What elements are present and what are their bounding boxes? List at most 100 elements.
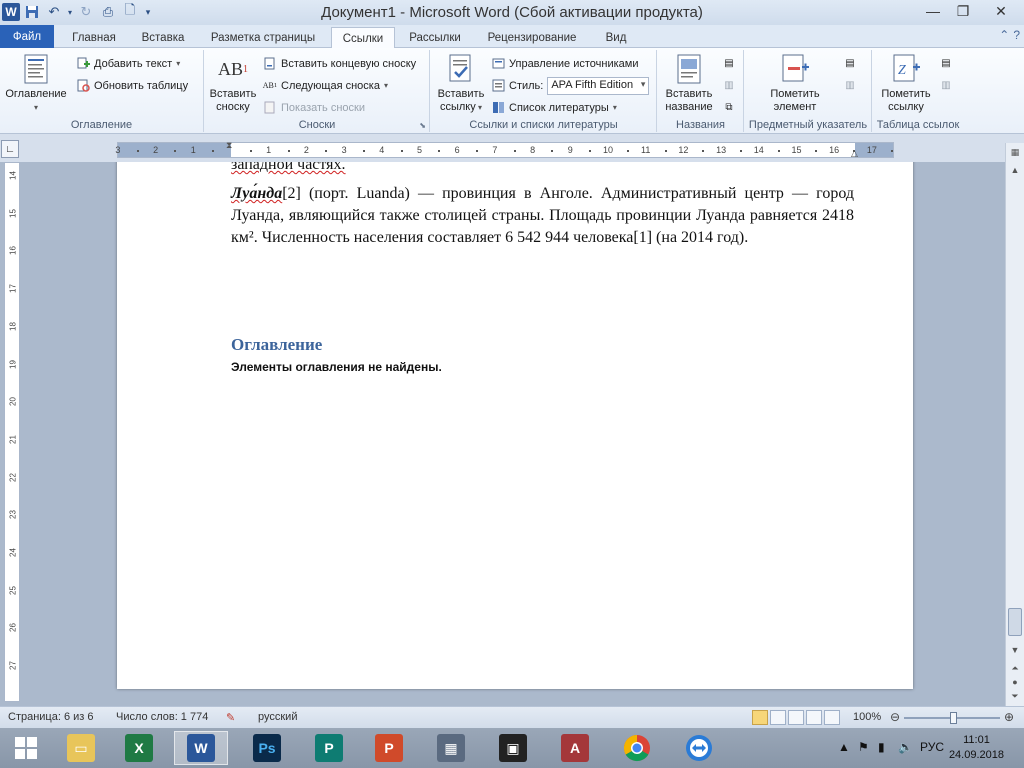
footnote-ref-2[interactable]: [2]: [282, 185, 301, 202]
insert-table-of-figures-button[interactable]: ▤: [722, 54, 736, 73]
mark-citation-button[interactable]: Z Пометить ссылку: [875, 52, 937, 114]
action-center-icon[interactable]: ⚑: [858, 740, 869, 754]
word-count[interactable]: Число слов: 1 774: [116, 711, 208, 723]
tab-mailings[interactable]: Рассылки: [400, 27, 470, 48]
insert-footnote-button[interactable]: AB 1 Вставить сноску: [207, 52, 259, 114]
add-text-button[interactable]: Добавить текст ▾: [76, 54, 180, 73]
right-indent-marker-icon[interactable]: △: [851, 148, 858, 159]
outline-view-icon[interactable]: [806, 710, 822, 725]
zoom-level[interactable]: 100%: [853, 711, 881, 723]
volume-icon[interactable]: 🔈: [898, 740, 913, 754]
scroll-thumb[interactable]: [1008, 608, 1022, 636]
manage-sources-label: Управление источниками: [509, 57, 639, 70]
manage-sources-button[interactable]: Управление источниками: [491, 54, 638, 73]
document-area[interactable]: западной частях. Луа́нда[2] (порт. Luand…: [20, 162, 1005, 706]
tab-references[interactable]: Ссылки: [331, 27, 395, 49]
zoom-in-icon[interactable]: ⊕: [1004, 710, 1014, 724]
previous-page-icon[interactable]: ⏶: [1008, 661, 1022, 675]
dialog-launcher-icon[interactable]: ⬊: [419, 121, 426, 130]
taskbar-calculator[interactable]: ▦: [424, 731, 478, 765]
update-index-button[interactable]: ▥: [843, 76, 857, 95]
insert-endnote-button[interactable]: Вставить концевую сноску: [263, 54, 416, 73]
ribbon: Оглавление ▾ Добавить текст ▾ Обновить т…: [0, 48, 1024, 134]
tab-file[interactable]: Файл: [0, 25, 54, 48]
update-toa-button[interactable]: ▥: [939, 76, 953, 95]
taskbar-word[interactable]: W: [174, 731, 228, 765]
ruler-dot: [136, 150, 139, 152]
mark-entry-button[interactable]: Пометить элемент: [757, 52, 833, 114]
taskbar-teamviewer[interactable]: [672, 731, 726, 765]
page-counter[interactable]: Страница: 6 из 6: [8, 711, 94, 723]
taskbar-access[interactable]: A: [548, 731, 602, 765]
minimize-ribbon-icon[interactable]: ⌃: [999, 28, 1009, 42]
network-icon[interactable]: ▮: [878, 740, 885, 754]
insert-caption-button[interactable]: Вставить название: [660, 52, 718, 114]
minimize-button[interactable]: —: [918, 0, 948, 22]
chevron-down-icon: ▾: [176, 59, 181, 68]
indent-marker-icon[interactable]: ⧗: [226, 140, 232, 151]
browse-object-icon[interactable]: ●: [1008, 675, 1022, 689]
proofing-icon[interactable]: ✎: [226, 711, 235, 724]
ruler-tick-label: 3: [341, 145, 347, 155]
taskbar-file-manager[interactable]: ▭: [54, 731, 108, 765]
help-icon[interactable]: ?: [1013, 28, 1020, 42]
tab-insert[interactable]: Вставка: [130, 27, 196, 48]
zoom-knob[interactable]: [950, 712, 957, 724]
full-screen-view-icon[interactable]: [770, 710, 786, 725]
language-indicator[interactable]: русский: [258, 711, 297, 723]
keyboard-language[interactable]: РУС: [920, 740, 944, 754]
horizontal-ruler[interactable]: 3 2 1 1 2 3 4 5 6 7 8 9 10 11 12 13 14 15 16 17 ⧗ △: [115, 140, 894, 159]
tab-view[interactable]: Вид: [594, 27, 638, 48]
tab-page-layout[interactable]: Разметка страницы: [200, 27, 326, 48]
insert-citation-icon: [444, 52, 478, 86]
mark-citation-icon: Z: [889, 52, 923, 86]
footnote-ref-1[interactable]: [1]: [633, 229, 652, 246]
print-layout-view-icon[interactable]: [752, 710, 768, 725]
vertical-ruler-tick-label: 26: [8, 623, 18, 633]
taskbar-chrome[interactable]: [610, 731, 664, 765]
show-notes-button[interactable]: Показать сноски: [263, 98, 365, 117]
tab-review[interactable]: Рецензирование: [476, 27, 588, 48]
taskbar-photoshop[interactable]: Ps: [240, 731, 294, 765]
ruler-toggle-icon[interactable]: ▦: [1008, 145, 1022, 159]
tab-selector-icon[interactable]: ∟: [1, 140, 19, 158]
paragraph-text: (порт. Luanda) — провинция в Анголе. Адм…: [231, 185, 854, 246]
taskbar-publisher[interactable]: P: [302, 731, 356, 765]
vertical-scrollbar[interactable]: ▦ ▲ ▼ ⏶ ● ⏷: [1005, 143, 1024, 706]
tab-home[interactable]: Главная: [62, 27, 126, 48]
insert-citation-button[interactable]: Вставить ссылку ▾: [433, 52, 489, 114]
ruler-dot: [664, 150, 667, 152]
close-button[interactable]: ✕: [978, 0, 1024, 22]
group-label-toc: Оглавление: [70, 119, 133, 131]
insert-toa-button[interactable]: ▤: [939, 54, 953, 73]
clock[interactable]: 11:01 24.09.2018: [949, 733, 1004, 763]
page[interactable]: западной частях. Луа́нда[2] (порт. Luand…: [117, 162, 913, 689]
next-page-icon[interactable]: ⏷: [1008, 689, 1022, 703]
ruler-dot: [476, 150, 479, 152]
ruler-tick-label: 4: [379, 145, 385, 155]
web-layout-view-icon[interactable]: [788, 710, 804, 725]
start-button[interactable]: [8, 734, 44, 762]
update-table-of-figures-button[interactable]: ▥: [722, 76, 736, 95]
draft-view-icon[interactable]: [824, 710, 840, 725]
group-label-toa: Таблица ссылок: [876, 119, 960, 131]
toc-button[interactable]: Оглавление ▾: [4, 52, 68, 114]
update-table-button[interactable]: Обновить таблицу: [76, 76, 188, 95]
style-dropdown[interactable]: APA Fifth Edition: [547, 76, 650, 95]
taskbar-excel[interactable]: X: [112, 731, 166, 765]
bibliography-button[interactable]: Список литературы ▾: [491, 98, 617, 117]
show-hidden-icons-icon[interactable]: ▲: [838, 740, 850, 754]
insert-toa-icon: ▤: [941, 58, 951, 69]
mark-entry-icon: [778, 52, 812, 86]
taskbar-powerpoint[interactable]: P: [362, 731, 416, 765]
scroll-down-icon[interactable]: ▼: [1008, 643, 1022, 657]
restore-button[interactable]: ❐: [948, 0, 978, 22]
ruler-dot: [551, 150, 554, 152]
cross-reference-button[interactable]: ⧉: [722, 98, 736, 117]
scroll-up-icon[interactable]: ▲: [1008, 163, 1022, 177]
zoom-slider[interactable]: ⊖ ⊕: [890, 710, 1016, 724]
taskbar-video[interactable]: ▣: [486, 731, 540, 765]
zoom-out-icon[interactable]: ⊖: [890, 710, 900, 724]
next-footnote-button[interactable]: AB 1 Следующая сноска ▾: [263, 76, 388, 95]
insert-index-button[interactable]: ▤: [843, 54, 857, 73]
